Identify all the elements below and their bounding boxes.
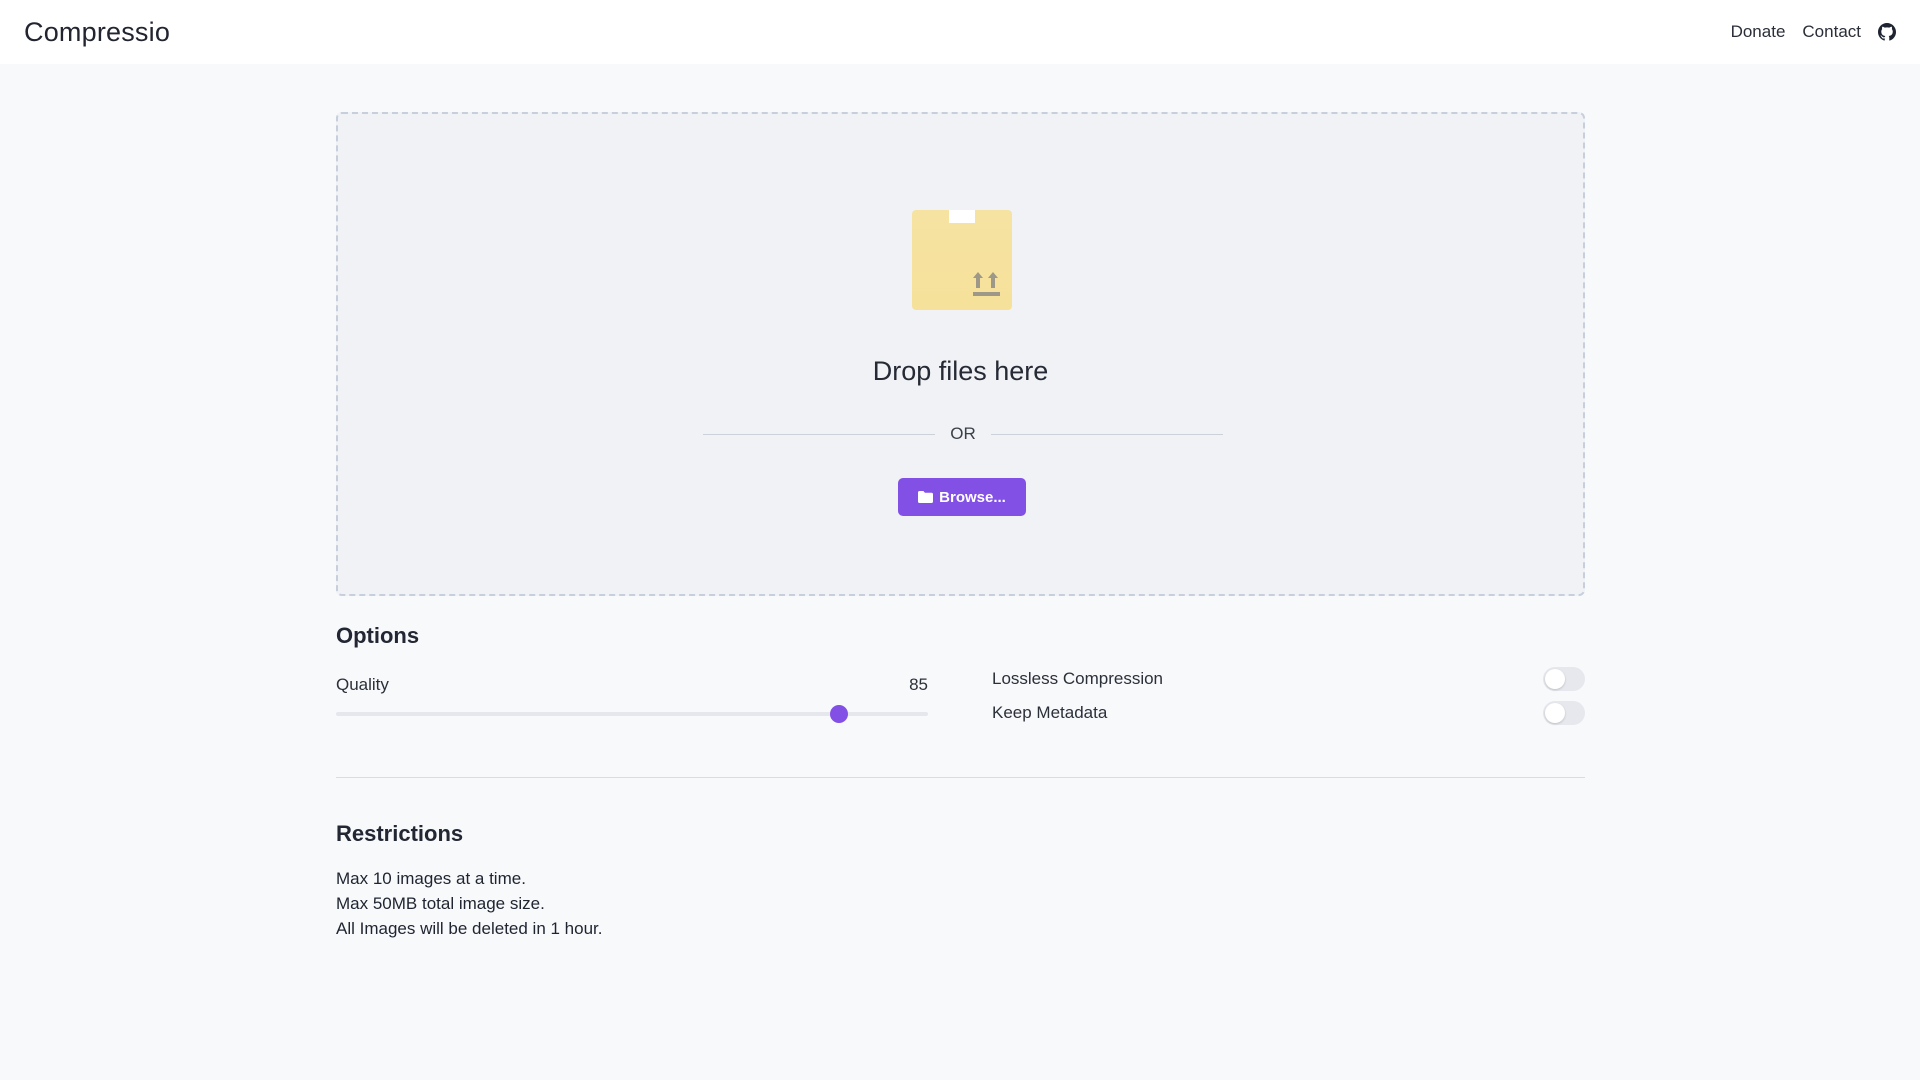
box-upload-icon [912,210,1012,310]
lossless-compression-row: Lossless Compression [992,667,1585,691]
toggle-knob [1545,703,1565,723]
restriction-item: Max 10 images at a time. [336,869,526,888]
folder-icon [918,491,934,503]
browse-button[interactable]: Browse... [898,478,1026,516]
keep-metadata-toggle[interactable] [1543,701,1585,725]
separator-line-right [991,434,1223,435]
toggle-knob [1545,669,1565,689]
drop-files-title: Drop files here [872,356,1049,386]
restriction-item: Max 50MB total image size. [336,894,545,913]
lossless-compression-label: Lossless Compression [992,669,1164,688]
restriction-item: All Images will be deleted in 1 hour. [336,919,603,938]
nav-link-donate[interactable]: Donate [1731,22,1786,42]
brand-title[interactable]: Compressio [24,17,170,48]
restrictions-title: Restrictions [336,821,464,846]
restrictions-list: Max 10 images at a time. Max 50MB total … [336,866,603,941]
browse-button-label: Browse... [939,488,1006,506]
or-separator: OR [703,424,1223,444]
quality-slider[interactable] [336,704,928,724]
options-title: Options [336,623,420,648]
section-divider [336,777,1585,778]
quality-label: Quality [336,675,389,694]
lossless-compression-toggle[interactable] [1543,667,1585,691]
quality-value: 85 [909,675,928,694]
keep-metadata-row: Keep Metadata [992,701,1585,725]
github-icon[interactable] [1878,23,1896,41]
navbar: Compressio Donate Contact [0,0,1920,64]
slider-thumb[interactable] [830,705,849,723]
keep-metadata-label: Keep Metadata [992,703,1108,722]
file-dropzone[interactable]: Drop files here OR Browse... [336,112,1585,596]
nav-links: Donate Contact [1731,22,1896,42]
nav-link-contact[interactable]: Contact [1802,22,1861,42]
